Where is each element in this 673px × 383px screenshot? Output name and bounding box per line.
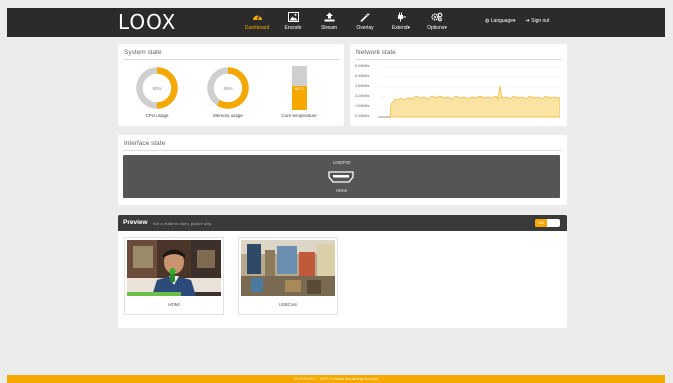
system-state-title: System state <box>124 49 162 56</box>
sign-out-link[interactable]: ➜ Sign out <box>526 18 550 24</box>
brand-logo[interactable]: LOOX <box>118 10 176 34</box>
preview-header: Preview Not a realtime video, picture on… <box>118 215 567 231</box>
preview-card-usbcam[interactable]: USBCam <box>238 237 338 315</box>
preview-toggle[interactable]: ON <box>535 219 560 227</box>
nav-encode-label: Encode <box>284 25 302 31</box>
network-throughput-area <box>378 85 560 118</box>
nav-overlay[interactable]: Overlay <box>347 8 383 37</box>
nav-options[interactable]: Options▾ <box>419 8 455 37</box>
network-chart <box>378 66 560 118</box>
nav-stream-label: Stream <box>320 25 338 31</box>
interface-state-title: Interface state <box>124 140 166 147</box>
plug-icon <box>396 11 407 23</box>
nav-dashboard-label: Dashboard <box>244 25 270 31</box>
hdmi-port-icon <box>328 171 354 183</box>
preview-card-label: USBCam <box>278 302 298 307</box>
image-icon <box>287 11 299 23</box>
y-tick: 0.00Mb/s <box>355 114 370 118</box>
interface-box: 1080P30 HDMI <box>123 155 560 198</box>
preview-card-label: HDMI <box>168 302 180 307</box>
hdmi-preview-image <box>127 240 221 296</box>
divider <box>355 59 562 60</box>
memory-label: Memory usage <box>213 113 243 118</box>
globe-icon: ◍ <box>485 18 490 24</box>
network-state-title: Network state <box>356 49 396 56</box>
memory-value: 59% <box>223 86 233 91</box>
divider <box>123 150 562 151</box>
preview-subtitle: Not a realtime video, picture only. <box>153 221 213 226</box>
interface-port: HDMI <box>335 188 348 193</box>
sign-out-icon: ➜ <box>525 18 530 24</box>
temperature-value: 60°C <box>295 86 304 91</box>
nav-dashboard[interactable]: Dashboard <box>239 8 275 37</box>
top-navbar: LOOX Dashboard Encode Stream Overlay Ext… <box>7 8 665 37</box>
nav-stream[interactable]: Stream <box>311 8 347 37</box>
system-state-panel: System state 50% CPU usage 59% Memory us… <box>118 44 344 126</box>
y-tick: 1.60Mb/s <box>355 104 370 108</box>
nav-encode[interactable]: Encode <box>275 8 311 37</box>
temperature-label: Core temperature <box>281 113 317 118</box>
interface-state-panel: Interface state 1080P30 HDMI <box>118 135 567 205</box>
gears-icon <box>431 11 443 23</box>
temperature-bar: 60°C <box>292 66 307 110</box>
nav-extend[interactable]: Extend▾ <box>383 8 419 37</box>
language-menu[interactable]: ◍ Language▾ <box>485 18 516 24</box>
nav-overlay-label: Overlay <box>356 25 374 31</box>
footer-text: ©LOOX2017 · WiFi Portable streaming enco… <box>293 376 379 381</box>
cpu-label: CPU usage <box>145 113 169 118</box>
footer-bar: ©LOOX2017 · WiFi Portable streaming enco… <box>7 375 665 383</box>
dashboard-icon <box>252 11 263 23</box>
y-tick: 8.00Mb/s <box>355 64 370 68</box>
toggle-on-label: ON <box>535 219 547 227</box>
y-tick: 4.80Mb/s <box>355 84 370 88</box>
main-nav: Dashboard Encode Stream Overlay Extend▾ <box>239 8 455 37</box>
cpu-value: 50% <box>152 86 162 91</box>
y-tick: 6.40Mb/s <box>355 74 370 78</box>
y-tick: 3.20Mb/s <box>355 94 370 98</box>
divider <box>123 59 339 60</box>
magic-wand-icon <box>359 11 371 23</box>
preview-panel: Preview Not a realtime video, picture on… <box>118 215 567 328</box>
interface-resolution: 1080P30 <box>332 160 351 165</box>
network-state-panel: Network state 8.00Mb/s 6.40Mb/s 4.80Mb/s… <box>350 44 567 126</box>
preview-title: Preview <box>123 219 148 226</box>
nav-options-label: Options▾ <box>427 25 447 31</box>
usbcam-preview-image <box>241 240 335 296</box>
header-links: ◍ Language▾ ➜ Sign out <box>485 18 549 24</box>
preview-card-hdmi[interactable]: HDMI <box>124 237 224 315</box>
upload-icon <box>324 11 335 23</box>
network-y-axis: 8.00Mb/s 6.40Mb/s 4.80Mb/s 3.20Mb/s 1.60… <box>355 64 379 120</box>
nav-extend-label: Extend▾ <box>391 25 411 31</box>
